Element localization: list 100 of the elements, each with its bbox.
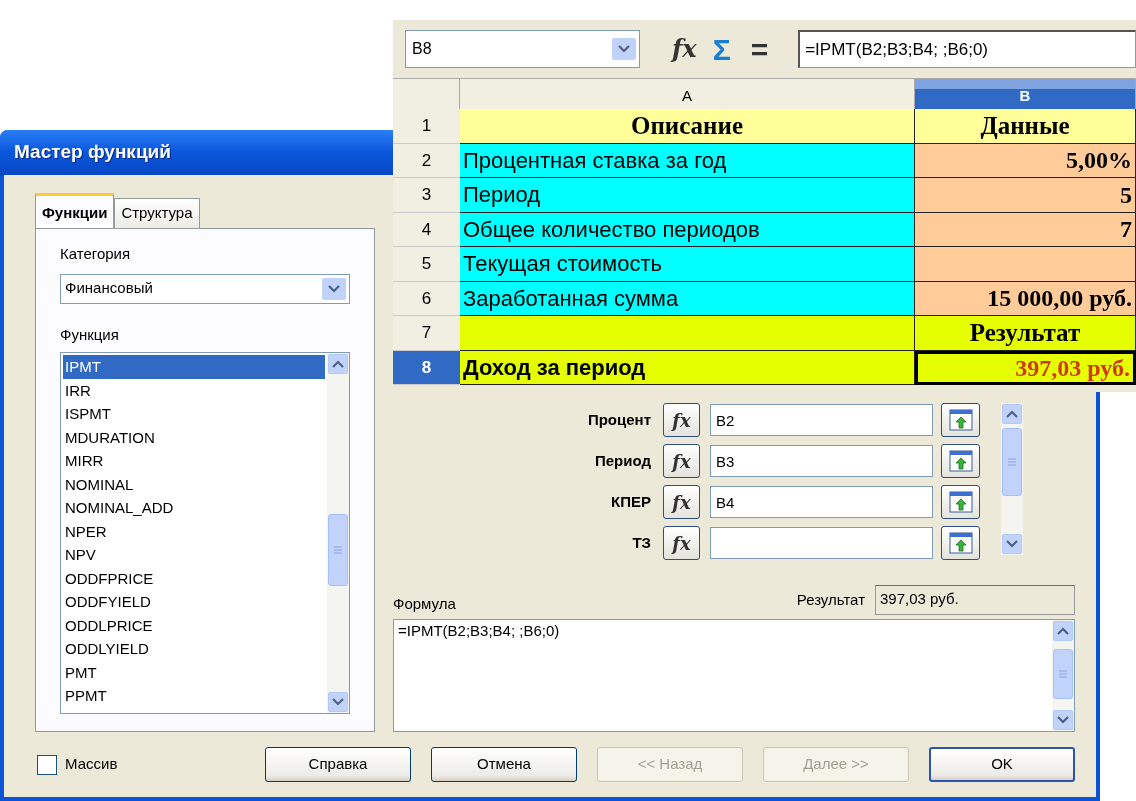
scrollbar[interactable] — [1001, 403, 1023, 555]
scroll-down-button[interactable] — [1002, 534, 1022, 554]
dialog-button[interactable]: Отмена — [431, 747, 577, 782]
scroll-down-icon — [332, 698, 344, 706]
list-item[interactable]: NPER — [63, 519, 325, 543]
dropdown-button[interactable] — [322, 277, 346, 300]
formula-input[interactable]: =IPMT(B2;B3;B4; ;B6;0) — [798, 30, 1136, 68]
argument-label: КПЕР — [610, 491, 652, 512]
column-header[interactable]: A — [460, 79, 915, 109]
table-cell: Общее количество периодов — [460, 212, 915, 247]
list-item[interactable]: ISPMT — [63, 402, 325, 426]
checkbox[interactable] — [37, 754, 57, 775]
grip-icon — [334, 546, 342, 554]
argument-field[interactable] — [710, 527, 933, 559]
function-button[interactable]: fx — [663, 403, 700, 437]
table-cell: 5,00% — [915, 143, 1136, 178]
column-header[interactable]: B — [915, 79, 1136, 109]
scroll-down-icon — [1006, 540, 1018, 548]
function-listbox[interactable]: IPMT IRR ISPMT MDURATION MIRR NOMINAL NOMINAL_ADD NPER NPV ODDFPRICE ODDFYIELD ODDLPRICE ODDLYIELD PMT PPMT — [60, 352, 350, 714]
tab[interactable]: Функции — [35, 193, 115, 228]
scroll-thumb[interactable] — [1002, 428, 1022, 496]
dialog-button[interactable]: Справка — [265, 747, 411, 782]
scrollbar[interactable] — [1052, 620, 1074, 731]
row-header[interactable]: 4 — [393, 212, 460, 247]
scroll-up-icon — [1057, 627, 1069, 635]
formula-field[interactable]: =IPMT(B2;B3;B4; ;B6;0) — [393, 619, 1075, 732]
list-item[interactable]: MIRR — [63, 449, 325, 473]
list-item[interactable]: NPV — [63, 543, 325, 567]
scroll-up-icon — [332, 360, 344, 368]
list-item[interactable]: IRR — [63, 378, 325, 402]
scroll-thumb[interactable] — [328, 514, 348, 586]
row-header[interactable]: 1 — [393, 109, 460, 144]
table-cell: Текущая стоимость — [460, 247, 915, 282]
list-item[interactable]: MDURATION — [63, 425, 325, 449]
list-item[interactable]: ODDFYIELD — [63, 590, 325, 614]
scroll-up-button[interactable] — [1002, 404, 1022, 424]
dropdown-button[interactable] — [612, 38, 636, 60]
row-header[interactable]: 2 — [393, 143, 460, 178]
function-label: Функция — [60, 324, 120, 345]
list-item[interactable]: ODDLYIELD — [63, 637, 325, 661]
row-header[interactable]: 3 — [393, 178, 460, 213]
table-cell: Период — [460, 178, 915, 213]
function-button[interactable]: fx — [663, 526, 700, 560]
scroll-up-icon — [1006, 410, 1018, 418]
chevron-down-icon — [328, 284, 340, 293]
argument-field[interactable]: B3 — [710, 445, 933, 477]
table-cell: 397,03 руб. — [915, 350, 1136, 385]
table-cell: 15 000,00 руб. — [915, 281, 1136, 316]
list-item[interactable]: PMT — [63, 660, 325, 684]
argument-label: Период — [594, 450, 652, 471]
tab[interactable]: Структура — [114, 198, 200, 228]
formula-text: =IPMT(B2;B3;B4; ;B6;0) — [398, 622, 560, 639]
formula-button[interactable]: = — [750, 26, 769, 72]
formula-label: Формула — [393, 593, 456, 614]
argument-field[interactable]: B4 — [710, 486, 933, 518]
result-field: 397,03 руб. — [875, 585, 1075, 615]
dialog-button[interactable]: OK — [929, 747, 1075, 782]
table-cell: Доход за период — [460, 350, 915, 385]
scroll-thumb[interactable] — [1053, 649, 1073, 699]
function-wizard-button[interactable]: fx — [672, 31, 697, 67]
scrollbar[interactable] — [327, 353, 349, 713]
table-cell: Результат — [915, 316, 1136, 351]
table-cell: 5 — [915, 178, 1136, 213]
table-cell: 7 — [915, 212, 1136, 247]
table-cell: Данные — [915, 109, 1136, 144]
list-item[interactable]: NOMINAL_ADD — [63, 496, 325, 520]
list-item[interactable]: IPMT — [63, 355, 325, 379]
shrink-button[interactable] — [941, 485, 980, 519]
row-header[interactable]: 5 — [393, 247, 460, 282]
category-label: Категория — [60, 244, 132, 264]
function-button[interactable]: fx — [663, 485, 700, 519]
shrink-button[interactable] — [941, 444, 980, 478]
result-label: Результат — [796, 589, 865, 610]
argument-label: ТЗ — [631, 532, 652, 553]
name-box[interactable]: B8 — [405, 30, 640, 68]
scroll-down-button[interactable] — [1053, 710, 1073, 730]
list-item[interactable]: NOMINAL — [63, 472, 325, 496]
argument-field[interactable]: B2 — [710, 404, 933, 436]
scroll-down-button[interactable] — [328, 692, 348, 712]
row-header[interactable]: 8 — [393, 350, 460, 385]
scroll-up-button[interactable] — [328, 354, 348, 374]
table-cell: Заработанная сумма — [460, 281, 915, 316]
category-dropdown[interactable]: Финансовый — [60, 273, 350, 304]
chevron-down-icon — [618, 45, 630, 53]
shrink-button[interactable] — [941, 403, 980, 437]
row-header[interactable]: 6 — [393, 281, 460, 316]
argument-label: Процент — [586, 409, 652, 430]
function-button[interactable]: fx — [663, 444, 700, 478]
list-item[interactable]: ODDFPRICE — [63, 566, 325, 590]
list-item[interactable]: PPMT — [63, 684, 325, 708]
scroll-down-icon — [1057, 716, 1069, 724]
shrink-button[interactable] — [941, 526, 980, 560]
checkbox-label: Массив — [65, 754, 118, 775]
grip-icon — [1059, 670, 1067, 678]
row-header[interactable]: 7 — [393, 316, 460, 351]
scroll-up-button[interactable] — [1053, 621, 1073, 641]
grip-icon — [1008, 458, 1016, 466]
table-cell: Процентная ставка за год — [460, 143, 915, 178]
table-cell: Описание — [460, 109, 915, 144]
list-item[interactable]: ODDLPRICE — [63, 613, 325, 637]
